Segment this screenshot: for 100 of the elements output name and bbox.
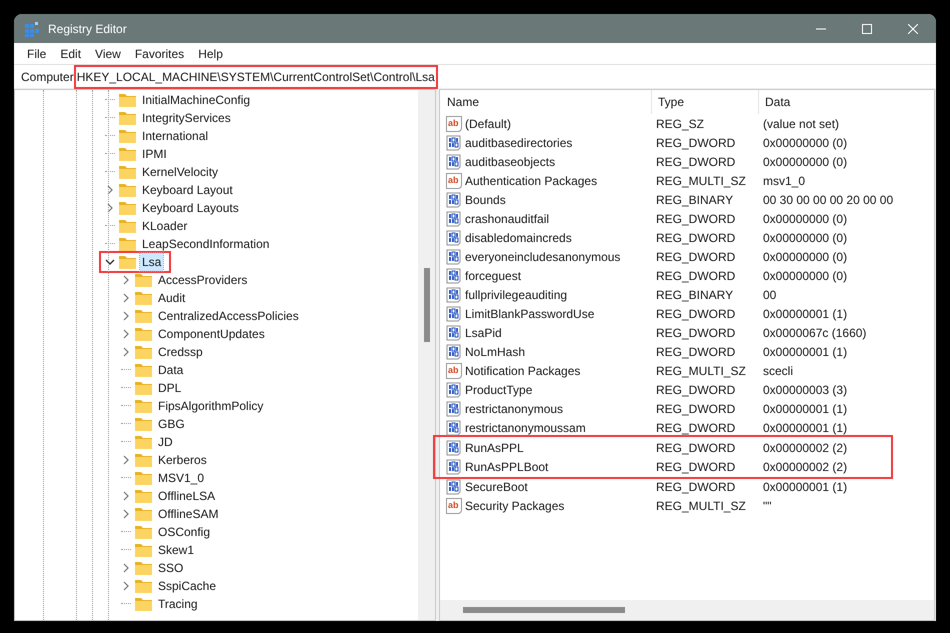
tree-item[interactable]: IntegrityServices <box>140 109 233 127</box>
folder-icon <box>135 327 152 341</box>
tree-item[interactable]: KLoader <box>140 217 190 235</box>
tree-item[interactable]: MSV1_0 <box>156 469 206 487</box>
tree-item[interactable]: FipsAlgorithmPolicy <box>156 397 266 415</box>
value-name[interactable]: everyoneincludesanonymous <box>465 248 620 266</box>
value-name[interactable]: (Default) <box>465 114 512 132</box>
folder-icon <box>119 219 136 233</box>
value-data: 00 <box>762 286 776 304</box>
folder-icon <box>135 309 152 323</box>
value-data: 0x00000001 (1) <box>762 478 848 496</box>
value-data: 0x00000000 (0) <box>762 210 848 228</box>
value-name[interactable]: auditbasedirectories <box>465 134 572 152</box>
chevron-right-icon[interactable] <box>121 347 131 357</box>
value-type: REG_BINARY <box>655 192 734 208</box>
value-name[interactable]: restrictanonymous <box>465 400 564 418</box>
menu-item[interactable]: Help <box>191 44 230 62</box>
value-type: REG_DWORD <box>655 230 736 246</box>
value-name[interactable]: Authentication Packages <box>465 172 598 190</box>
tree-item[interactable]: Credssp <box>156 343 205 361</box>
tree-item[interactable]: Lsa <box>140 253 164 271</box>
tree-item[interactable]: SSO <box>156 559 186 577</box>
chevron-right-icon[interactable] <box>121 563 131 573</box>
tree-item[interactable]: Tracing <box>156 595 200 613</box>
tree-item[interactable]: LeapSecondInformation <box>140 235 272 253</box>
binary-value-icon <box>446 440 462 456</box>
value-name[interactable]: LimitBlankPasswordUse <box>465 304 594 322</box>
value-type: REG_MULTI_SZ <box>655 362 747 380</box>
tree-item[interactable]: IPMI <box>140 145 169 163</box>
tree-item[interactable]: KernelVelocity <box>140 163 220 181</box>
value-name[interactable]: RunAsPPL <box>465 438 524 456</box>
scrollbar-thumb[interactable] <box>463 607 625 613</box>
tree-item[interactable]: ComponentUpdates <box>156 325 267 343</box>
chevron-right-icon[interactable] <box>121 293 131 303</box>
tree-item[interactable]: JD <box>156 433 175 451</box>
tree-item[interactable]: DPL <box>156 379 184 397</box>
value-name[interactable]: fullprivilegeauditing <box>465 286 568 304</box>
chevron-right-icon[interactable] <box>121 509 131 519</box>
chevron-right-icon[interactable] <box>121 329 131 339</box>
address-path[interactable]: HKEY_LOCAL_MACHINE\SYSTEM\CurrentControlSet\Control\Lsa <box>74 64 438 88</box>
tree-item[interactable]: Data <box>156 361 186 379</box>
menu-item[interactable]: File <box>20 44 54 62</box>
value-name[interactable]: NoLmHash <box>465 342 526 360</box>
value-data: 0x00000001 (1) <box>762 344 848 360</box>
binary-value-icon <box>446 154 462 170</box>
chevron-right-icon[interactable] <box>105 185 115 195</box>
tree-item[interactable]: OSConfig <box>156 523 212 541</box>
tree-item[interactable]: OfflineSAM <box>156 505 220 523</box>
chevron-right-icon[interactable] <box>121 491 131 501</box>
scrollbar-thumb[interactable] <box>424 268 430 342</box>
value-name[interactable]: LsaPid <box>465 324 502 342</box>
tree-item[interactable]: GBG <box>156 415 187 433</box>
tree-item[interactable]: Kerberos <box>156 451 209 469</box>
menu-item[interactable]: View <box>88 44 128 62</box>
value-name[interactable]: crashonauditfail <box>465 210 550 228</box>
column-header[interactable]: Data <box>759 90 790 114</box>
vertical-scrollbar[interactable] <box>418 90 435 620</box>
chevron-right-icon[interactable] <box>121 455 131 465</box>
tree-item[interactable]: Keyboard Layout <box>140 181 235 199</box>
horizontal-scrollbar[interactable] <box>440 600 934 620</box>
chevron-right-icon[interactable] <box>121 311 131 321</box>
value-name[interactable]: disabledomaincreds <box>465 228 572 246</box>
tree-item[interactable]: Audit <box>156 289 188 307</box>
value-name[interactable]: forceguest <box>465 266 522 284</box>
folder-icon <box>135 525 152 539</box>
binary-value-icon <box>446 210 462 226</box>
chevron-right-icon[interactable] <box>105 203 115 213</box>
binary-value-icon <box>446 134 462 150</box>
chevron-down-icon[interactable] <box>105 257 115 267</box>
tree-item[interactable]: International <box>140 127 210 145</box>
menu-item[interactable]: Favorites <box>128 44 192 62</box>
tree-item[interactable]: OfflineLSA <box>156 487 218 505</box>
value-type: REG_DWORD <box>655 306 736 322</box>
column-header[interactable]: Type <box>652 90 759 114</box>
value-name[interactable]: Bounds <box>465 190 506 208</box>
tree-item[interactable]: CentralizedAccessPolicies <box>156 307 301 325</box>
binary-value-icon <box>446 324 462 340</box>
tree-item[interactable]: SspiCache <box>156 577 218 595</box>
binary-value-icon <box>446 400 462 416</box>
tree-item[interactable]: InitialMachineConfig <box>140 91 252 109</box>
value-name[interactable]: SecureBoot <box>465 478 528 496</box>
tree-item[interactable]: AccessProviders <box>156 271 250 289</box>
menu-item[interactable]: Edit <box>53 44 88 62</box>
value-name[interactable]: ProductType <box>465 380 532 398</box>
value-data: 0x00000002 (2) <box>762 440 848 456</box>
chevron-right-icon[interactable] <box>121 581 131 591</box>
value-name[interactable]: Security Packages <box>465 496 564 514</box>
value-data: 0x00000000 (0) <box>762 230 848 246</box>
value-name[interactable]: restrictanonymoussam <box>465 418 586 436</box>
value-name[interactable]: RunAsPPLBoot <box>465 458 548 476</box>
value-name[interactable]: auditbaseobjects <box>465 152 556 170</box>
chevron-right-icon[interactable] <box>121 275 131 285</box>
string-value-icon: ab <box>446 498 462 514</box>
tree-item[interactable]: Skew1 <box>156 541 196 559</box>
close-icon <box>908 24 918 34</box>
value-name[interactable]: Notification Packages <box>465 362 580 380</box>
tree-item[interactable]: Keyboard Layouts <box>140 199 241 217</box>
folder-icon <box>135 489 152 503</box>
folder-icon <box>135 399 152 413</box>
column-header[interactable]: Name <box>440 90 652 114</box>
